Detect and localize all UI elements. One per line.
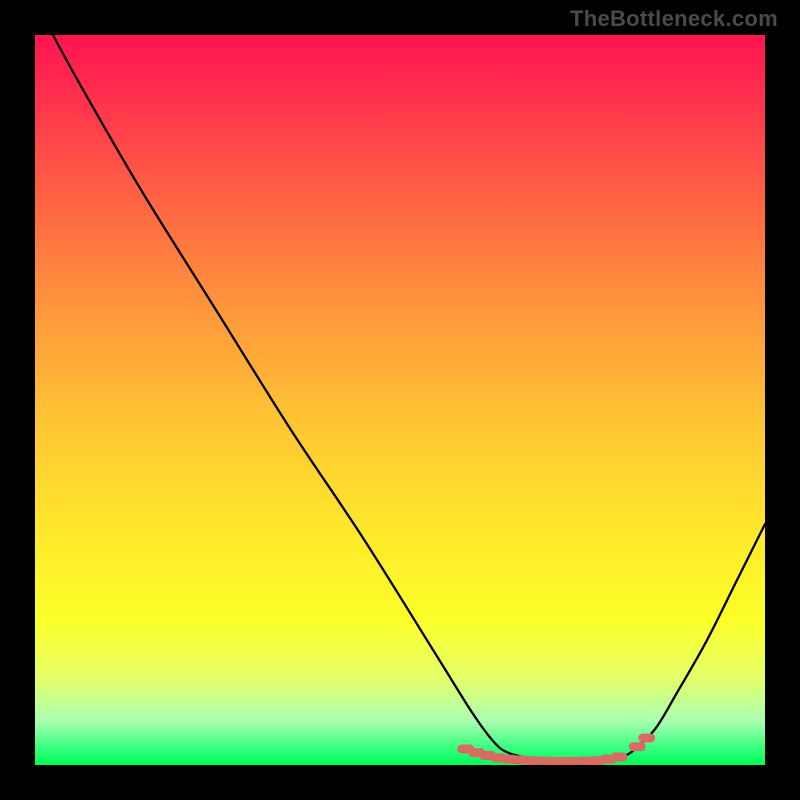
- curve-layer: [35, 35, 765, 765]
- low-bottleneck-markers: [457, 733, 655, 765]
- bottleneck-curve: [35, 35, 765, 761]
- chart-frame: TheBottleneck.com: [0, 0, 800, 800]
- marker-pill: [638, 733, 655, 742]
- plot-area: [35, 35, 765, 765]
- marker-pill: [629, 742, 646, 751]
- watermark-text: TheBottleneck.com: [570, 6, 778, 32]
- marker-pill: [611, 752, 628, 761]
